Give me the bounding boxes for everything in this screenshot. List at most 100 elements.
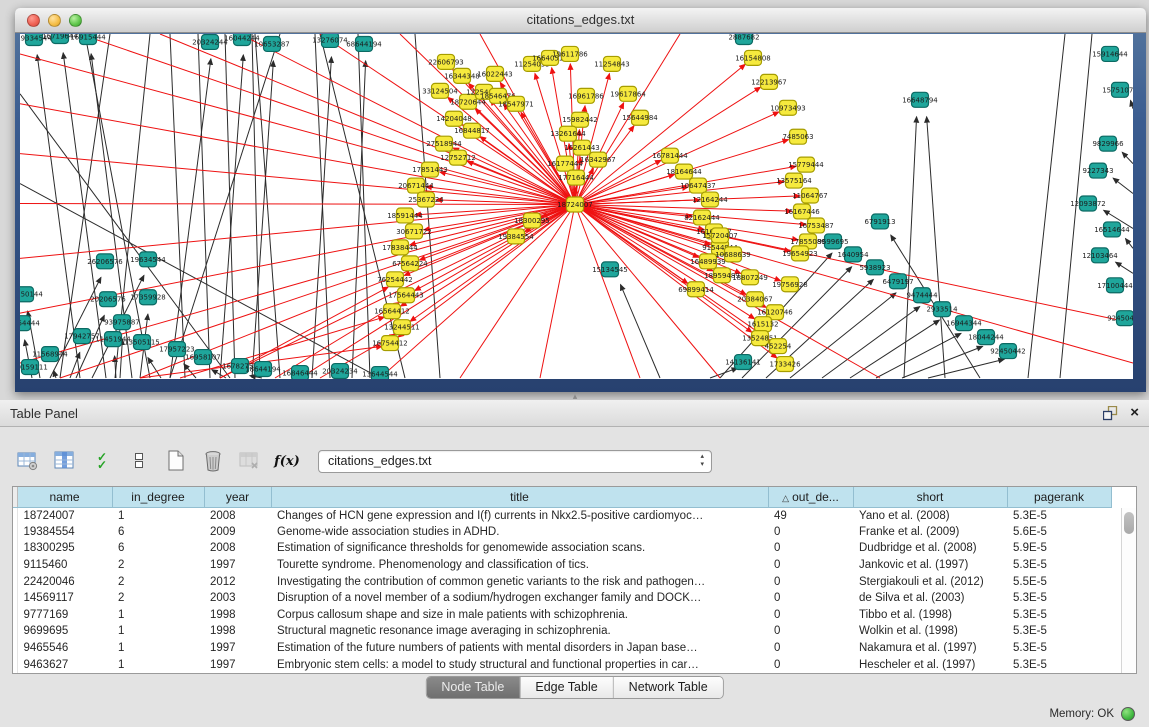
table-cell[interactable]: Dudbridge et al. (2008) (853, 540, 1007, 557)
network-node[interactable]: 18164644 (666, 164, 702, 179)
table-cell[interactable]: 2003 (204, 590, 271, 607)
network-node[interactable]: 2887682 (728, 34, 759, 44)
column-header-year[interactable]: year (204, 487, 271, 507)
network-node[interactable]: 15982442 (562, 112, 598, 127)
citation-edge[interactable] (315, 34, 330, 378)
panel-splitter-handle[interactable]: ▴ (567, 392, 583, 400)
citation-edge[interactable] (312, 57, 331, 378)
network-node[interactable]: 13644544 (362, 367, 398, 379)
table-cell[interactable]: 2 (112, 557, 204, 574)
network-node[interactable]: 6791913 (864, 214, 895, 229)
citation-edge[interactable] (575, 64, 745, 204)
network-node[interactable]: 26206576 (87, 254, 123, 269)
table-cell[interactable]: 5.3E-5 (1007, 590, 1111, 607)
network-node[interactable]: 16781444 (652, 148, 688, 163)
delete-icon[interactable] (199, 447, 227, 475)
table-cell[interactable]: 2 (112, 590, 204, 607)
network-node[interactable]: 16344348 (444, 68, 480, 83)
table-cell[interactable]: Stergiakouli et al. (2012) (853, 573, 1007, 590)
citation-edge[interactable] (1125, 239, 1133, 249)
network-node[interactable]: 19756928 (772, 277, 808, 292)
citation-edge[interactable] (252, 61, 273, 378)
function-builder-icon[interactable]: f(x) (273, 447, 301, 475)
network-node[interactable]: 15914644 (1092, 46, 1128, 61)
table-cell[interactable]: 1998 (204, 623, 271, 640)
new-document-icon[interactable] (162, 447, 190, 475)
table-cell[interactable]: 49 (768, 507, 853, 524)
tab-network-table[interactable]: Network Table (614, 677, 723, 698)
network-node[interactable]: 1640954 (837, 247, 869, 262)
citation-edge[interactable] (170, 34, 185, 378)
table-cell[interactable]: 5.3E-5 (1007, 557, 1111, 574)
network-node[interactable]: 13261644 (550, 126, 586, 141)
table-cell[interactable]: Corpus callosum shape and size in male p… (271, 607, 768, 624)
column-visibility-icon[interactable] (51, 447, 79, 475)
network-node[interactable]: 12164244 (692, 192, 728, 207)
table-cell[interactable]: 0 (768, 640, 853, 657)
network-node[interactable]: 9227343 (1082, 163, 1113, 178)
network-node[interactable]: 16167446 (784, 204, 820, 219)
table-cell[interactable]: 5.5E-5 (1007, 573, 1111, 590)
table-row[interactable]: 1872400712008Changes of HCN gene express… (13, 507, 1111, 524)
citation-edge[interactable] (1131, 100, 1133, 108)
table-selector-dropdown[interactable]: citations_edges.txt ▴ ▾ (318, 450, 712, 473)
table-cell[interactable]: 9463627 (17, 656, 112, 673)
network-node[interactable]: 17838444 (382, 240, 418, 255)
table-row[interactable]: 2242004622012Investigating the contribut… (13, 573, 1111, 590)
column-header-out_de[interactable]: △out_de... (768, 487, 853, 507)
network-node[interactable]: 5938923 (859, 260, 890, 275)
window-titlebar[interactable]: citations_edges.txt (15, 8, 1146, 33)
tab-edge-table[interactable]: Edge Table (520, 677, 613, 698)
network-node[interactable]: 16753487 (798, 218, 834, 233)
network-node[interactable]: 16648794 (902, 92, 938, 107)
clear-selection-icon[interactable] (125, 447, 153, 475)
column-header-pagerank[interactable]: pagerank (1007, 487, 1111, 507)
network-node[interactable]: 16154808 (735, 50, 771, 65)
table-cell[interactable]: 1 (112, 623, 204, 640)
table-cell[interactable]: Tourette syndrome. Phenomenology and cla… (271, 557, 768, 574)
network-node[interactable]: 15644984 (622, 110, 658, 125)
table-cell[interactable]: 0 (768, 656, 853, 673)
table-cell[interactable]: 0 (768, 607, 853, 624)
citation-edge[interactable] (448, 97, 575, 204)
citation-edge[interactable] (850, 320, 939, 378)
network-node[interactable]: 11254843 (594, 56, 630, 71)
network-node[interactable]: 19617864 (610, 86, 646, 101)
table-cell[interactable]: Embryonic stem cells: a model to study s… (271, 656, 768, 673)
citation-edge[interactable] (575, 205, 1133, 364)
citation-edge[interactable] (220, 55, 243, 378)
table-cell[interactable]: 18724007 (17, 507, 112, 524)
float-panel-icon[interactable] (1103, 406, 1118, 421)
network-node[interactable]: 18044244 (968, 330, 1004, 345)
network-node[interactable]: 9829966 (1092, 136, 1123, 151)
table-cell[interactable]: Structural magnetic resonance image aver… (271, 623, 768, 640)
network-node[interactable]: 1733426 (769, 357, 800, 372)
close-panel-icon[interactable]: × (1130, 405, 1139, 421)
table-cell[interactable]: 0 (768, 573, 853, 590)
table-cell[interactable]: 2012 (204, 573, 271, 590)
citation-edge[interactable] (1122, 152, 1133, 163)
network-node[interactable]: 92450424 (1107, 311, 1133, 326)
table-cell[interactable]: 5.6E-5 (1007, 524, 1111, 541)
table-cell[interactable]: 2008 (204, 540, 271, 557)
table-cell[interactable]: Franke et al. (2009) (853, 524, 1007, 541)
citation-edge[interactable] (54, 371, 56, 378)
citation-edge[interactable] (1113, 178, 1133, 193)
network-node[interactable]: 16564412 (374, 304, 410, 319)
citation-edge[interactable] (710, 368, 738, 378)
column-header-title[interactable]: title (271, 487, 768, 507)
citation-edge[interactable] (928, 359, 1004, 378)
network-node[interactable]: 69899414 (678, 282, 714, 297)
citation-edge[interactable] (575, 196, 800, 205)
tab-node-table[interactable]: Node Table (426, 677, 520, 698)
table-cell[interactable]: 9699695 (17, 623, 112, 640)
table-cell[interactable]: 1997 (204, 656, 271, 673)
table-cell[interactable]: 5.9E-5 (1007, 540, 1111, 557)
network-node[interactable]: 14136141 (725, 355, 761, 370)
table-cell[interactable]: Disruption of a novel member of a sodium… (271, 590, 768, 607)
table-row[interactable]: 977716911998Corpus callosum shape and si… (13, 607, 1111, 624)
table-row[interactable]: 1456911722003Disruption of a novel membe… (13, 590, 1111, 607)
network-node[interactable]: 15779444 (788, 157, 824, 172)
table-cell[interactable]: 1998 (204, 607, 271, 624)
column-header-short[interactable]: short (853, 487, 1007, 507)
